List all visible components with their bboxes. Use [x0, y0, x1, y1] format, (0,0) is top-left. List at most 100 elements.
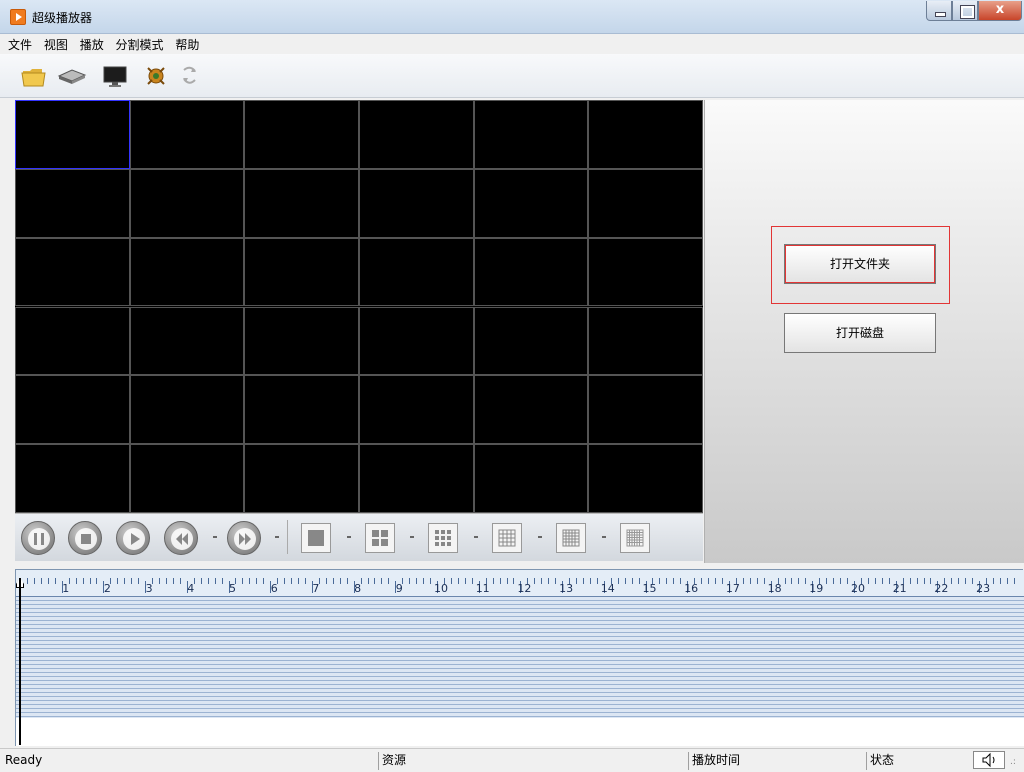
ruler-tick	[541, 578, 543, 584]
menu-help[interactable]: 帮助	[171, 34, 203, 53]
menu-view[interactable]: 视图	[40, 34, 72, 53]
ruler-tick	[172, 578, 174, 584]
video-cell[interactable]	[473, 168, 589, 238]
video-cell[interactable]	[473, 237, 589, 307]
fast-forward-button[interactable]	[227, 521, 261, 555]
divider	[287, 520, 288, 554]
video-cell[interactable]	[244, 444, 359, 513]
maximize-button[interactable]	[952, 1, 978, 21]
video-cell[interactable]	[244, 375, 359, 445]
video-cell[interactable]	[129, 444, 245, 513]
open-folder-button[interactable]: 打开文件夹	[784, 244, 936, 284]
rewind-icon	[171, 528, 193, 550]
minimize-button[interactable]	[926, 1, 952, 21]
hour-label: 16	[684, 582, 699, 595]
video-cell[interactable]	[129, 306, 245, 376]
hour-label: 20	[851, 582, 865, 595]
ruler-tick	[40, 578, 42, 584]
stop-icon	[75, 528, 97, 550]
video-cell[interactable]	[588, 168, 703, 238]
ruler-tick	[256, 578, 258, 584]
pause-button[interactable]	[21, 521, 55, 555]
rewind-button[interactable]	[164, 521, 198, 555]
title-bar[interactable]: 超级播放器 x	[0, 0, 1024, 34]
video-grid[interactable]	[15, 100, 703, 513]
time-ruler[interactable]: 1 2 3 4 5 6 7 8 9 10 11 12 13 14 15 16 17 18 19 20 21 22 23	[16, 570, 1024, 597]
layout-1x1-button[interactable]	[301, 523, 331, 553]
video-cell[interactable]	[15, 306, 130, 376]
video-cell[interactable]	[244, 237, 359, 307]
ruler-tick	[339, 578, 341, 584]
video-cell[interactable]	[359, 375, 474, 445]
video-cell[interactable]	[473, 306, 589, 376]
video-cell[interactable]	[588, 306, 703, 376]
video-cell[interactable]	[129, 375, 245, 445]
video-cell[interactable]	[473, 100, 589, 169]
hour-label: 11	[475, 582, 490, 595]
monitor-icon[interactable]	[101, 62, 129, 90]
ruler-tick	[756, 578, 758, 584]
video-cell[interactable]	[15, 444, 130, 513]
video-cell[interactable]	[359, 168, 474, 238]
video-cell[interactable]	[15, 168, 130, 238]
menu-split-mode[interactable]: 分割模式	[112, 34, 168, 53]
video-cell[interactable]	[588, 444, 703, 513]
ruler-tick	[332, 578, 334, 584]
layout-dropdown-icon[interactable]	[410, 536, 414, 538]
video-cell[interactable]	[359, 100, 474, 169]
menu-file[interactable]: 文件	[4, 34, 36, 53]
hour-label: 1	[62, 582, 70, 595]
timeline[interactable]: 1 2 3 4 5 6 7 8 9 10 11 12 13 14 15 16 17 18 19 20 21 22 23	[15, 569, 1024, 746]
layout-6x6-button[interactable]	[620, 523, 650, 553]
ruler-tick	[367, 578, 369, 584]
video-cell[interactable]	[588, 100, 703, 169]
layout-dropdown-icon[interactable]	[474, 536, 478, 538]
refresh-icon[interactable]	[176, 62, 204, 90]
layout-2x2-button[interactable]	[365, 523, 395, 553]
ruler-tick	[464, 578, 466, 584]
layout-4x4-button[interactable]	[492, 523, 522, 553]
disk-drive-icon[interactable]	[56, 62, 87, 90]
play-button[interactable]	[116, 521, 150, 555]
stop-button[interactable]	[68, 521, 102, 555]
menu-play[interactable]: 播放	[76, 34, 108, 53]
video-cell[interactable]	[359, 444, 474, 513]
video-cell[interactable]	[473, 375, 589, 445]
video-cell[interactable]	[129, 168, 245, 238]
rewind-dropdown-icon[interactable]	[213, 536, 217, 538]
video-cell[interactable]	[15, 375, 130, 445]
layout-dropdown-icon[interactable]	[602, 536, 606, 538]
folder-icon[interactable]	[20, 62, 48, 90]
video-cell[interactable]	[588, 237, 703, 307]
layout-3x3-button[interactable]	[428, 523, 458, 553]
video-cell[interactable]	[359, 237, 474, 307]
video-cell[interactable]	[15, 237, 130, 307]
video-cell[interactable]	[244, 168, 359, 238]
ruler-tick	[624, 578, 626, 584]
ruler-tick	[742, 578, 744, 584]
ruler-tick	[791, 578, 793, 584]
video-cell[interactable]	[129, 237, 245, 307]
video-cell[interactable]	[473, 444, 589, 513]
resize-grip-icon[interactable]: .:	[1010, 757, 1016, 767]
ruler-tick	[381, 578, 383, 584]
ruler-tick	[958, 578, 960, 584]
hour-label: 4	[187, 582, 195, 595]
ruler-tick	[715, 578, 716, 584]
video-cell[interactable]	[244, 100, 359, 169]
layout-dropdown-icon[interactable]	[347, 536, 351, 538]
video-cell[interactable]	[244, 306, 359, 376]
open-disk-button[interactable]: 打开磁盘	[784, 313, 936, 353]
ruler-tick	[423, 578, 425, 584]
video-cell[interactable]	[588, 375, 703, 445]
layout-5x5-button[interactable]	[556, 523, 586, 553]
pause-icon	[28, 528, 50, 550]
settings-icon[interactable]	[142, 62, 170, 90]
video-cell[interactable]	[359, 306, 474, 376]
volume-button[interactable]	[973, 751, 1005, 769]
fast-forward-dropdown-icon[interactable]	[275, 536, 279, 538]
video-cell[interactable]	[129, 100, 245, 169]
video-cell[interactable]	[15, 100, 130, 169]
layout-dropdown-icon[interactable]	[538, 536, 542, 538]
close-button[interactable]: x	[978, 1, 1022, 21]
